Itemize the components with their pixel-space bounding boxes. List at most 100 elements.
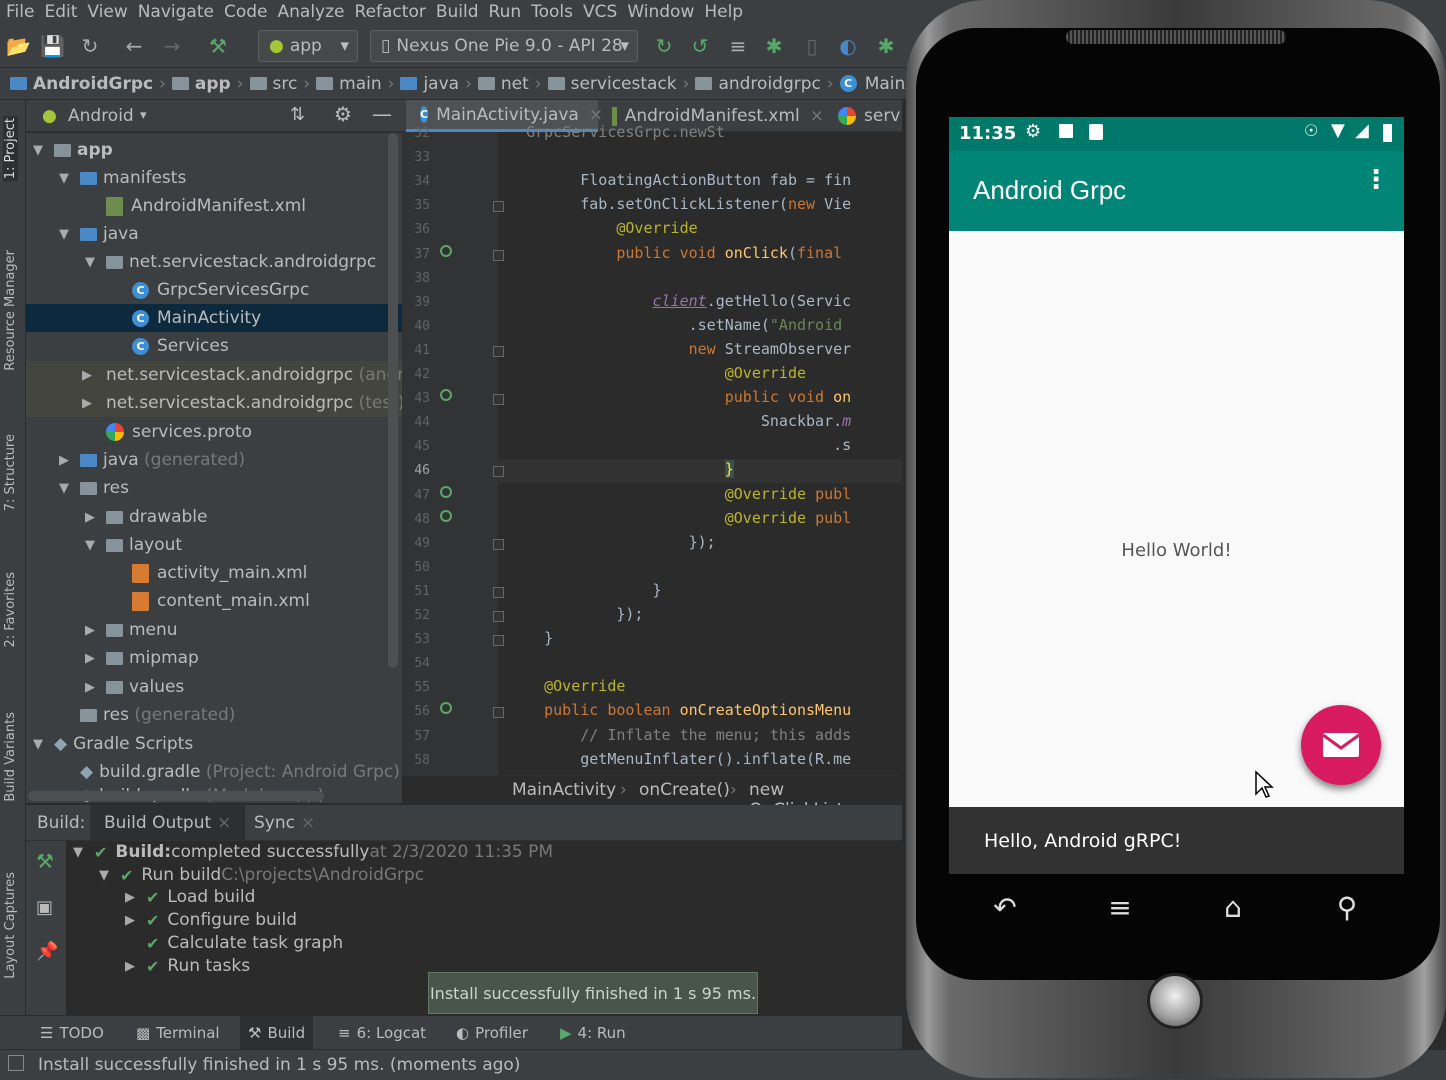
breadcrumb-src[interactable]: src ›: [249, 74, 310, 94]
tree-item-content-main-xml[interactable]: content_main.xml: [26, 587, 402, 615]
open-folder-icon[interactable]: 📂: [6, 34, 31, 58]
tree-item-package[interactable]: ▼ net.servicestack.androidgrpc: [26, 248, 402, 276]
close-icon[interactable]: ×: [301, 813, 315, 833]
debug-attach-icon[interactable]: ✱: [874, 34, 898, 58]
tool-build[interactable]: ⚒ Build: [240, 1016, 314, 1049]
menu-code[interactable]: Code: [224, 2, 268, 22]
menu-tools[interactable]: Tools: [531, 2, 573, 22]
tree-item-services[interactable]: C Services: [26, 332, 402, 360]
tree-item-build-gradle-project[interactable]: ◆ build.gradle (Project: Android Grpc): [26, 758, 402, 786]
tree-item-services-proto[interactable]: services.proto: [26, 418, 402, 446]
status-message[interactable]: Install successfully finished in 1 s 95 …: [38, 1055, 520, 1075]
build-row-configure-build[interactable]: ▶ ✔ Configure build: [122, 909, 297, 931]
apply-code-changes-icon[interactable]: ↺: [688, 34, 712, 58]
breadcrumb-java[interactable]: java ›: [400, 74, 472, 94]
build-row-completed[interactable]: ▼ ✔ Build: completed successfully at 2/3/2…: [70, 841, 553, 863]
menu-build[interactable]: Build: [436, 2, 479, 22]
forward-icon[interactable]: →: [160, 34, 184, 58]
fold-marker-icon[interactable]: [493, 538, 504, 550]
fold-marker-icon[interactable]: [493, 394, 504, 406]
overflow-menu-icon[interactable]: ⋮: [1363, 167, 1389, 193]
tree-item-java-generated[interactable]: ▶ java (generated): [26, 446, 402, 474]
tree-item-values[interactable]: ▶ values: [26, 673, 402, 701]
fold-marker-icon[interactable]: [493, 345, 504, 357]
install-toast[interactable]: Install successfully finished in 1 s 95 …: [428, 972, 758, 1014]
tool-favorites[interactable]: 2: Favorites: [3, 572, 18, 648]
menu-vcs[interactable]: VCS: [583, 2, 617, 22]
minimize-icon[interactable]: —: [372, 102, 392, 126]
tree-item-manifests[interactable]: ▼ manifests: [26, 164, 402, 192]
build-row-calculate-task-graph[interactable]: ✔ Calculate task graph: [146, 932, 343, 954]
tool-project[interactable]: 1: Project: [3, 116, 18, 182]
toggle-view-icon[interactable]: ▣: [36, 897, 53, 918]
tool-terminal[interactable]: ▩ Terminal: [136, 1024, 220, 1042]
breadcrumb-net[interactable]: net ›: [477, 74, 542, 94]
back-icon[interactable]: ←: [122, 34, 146, 58]
collapse-all-icon[interactable]: ⇅: [290, 104, 305, 125]
menu-view[interactable]: View: [87, 2, 127, 22]
build-row-load-build[interactable]: ▶ ✔ Load build: [122, 886, 255, 908]
tool-structure[interactable]: 7: Structure: [3, 434, 18, 511]
override-marker-icon[interactable]: [440, 485, 452, 498]
menu-refactor[interactable]: Refactor: [355, 2, 426, 22]
sync-icon[interactable]: ↻: [78, 34, 102, 58]
menu-file[interactable]: File: [6, 2, 34, 22]
gear-icon[interactable]: ⚙: [334, 102, 352, 126]
tree-item-manifest-xml[interactable]: AndroidManifest.xml: [26, 192, 402, 220]
breadcrumb-project[interactable]: AndroidGrpc ›: [10, 74, 166, 94]
tool-resource-manager[interactable]: Resource Manager: [3, 250, 18, 371]
fold-marker-icon[interactable]: [493, 635, 504, 647]
close-icon[interactable]: ×: [217, 813, 231, 833]
tree-item-app[interactable]: ▼ app: [26, 136, 402, 164]
tree-item-package-test[interactable]: ▶ net.servicestack.androidgrpc (test): [26, 389, 402, 417]
build-row-run-build[interactable]: ▼ ✔ Run build C:\projects\AndroidGrpc: [96, 864, 424, 886]
fold-marker-icon[interactable]: [493, 466, 504, 478]
chevron-down-icon[interactable]: ▾: [140, 108, 147, 123]
hammer-icon[interactable]: ⚒: [206, 34, 230, 58]
override-marker-icon[interactable]: [440, 509, 452, 522]
back-key-icon[interactable]: ↶: [985, 888, 1025, 928]
project-view-select[interactable]: Android: [68, 106, 134, 126]
search-key-icon[interactable]: ⚲: [1327, 888, 1367, 928]
tree-scrollbar[interactable]: [388, 133, 398, 668]
tool-run[interactable]: ▶ 4: Run: [560, 1024, 626, 1042]
tool-profiler[interactable]: ◐ Profiler: [456, 1024, 528, 1042]
run-config-select[interactable]: ● app ▾: [258, 30, 358, 62]
status-toggle-icon[interactable]: [8, 1055, 24, 1071]
tool-build-variants[interactable]: Build Variants: [3, 712, 18, 802]
tree-item-mainactivity[interactable]: C MainActivity: [26, 304, 402, 332]
tab-build-output[interactable]: Build Output ×: [90, 805, 246, 840]
menu-analyze[interactable]: Analyze: [278, 2, 345, 22]
tree-item-grpcservicesgrpc[interactable]: C GrpcServicesGrpc: [26, 276, 402, 304]
tree-item-gradle-scripts[interactable]: ▼ ◆ Gradle Scripts: [26, 730, 402, 758]
tree-item-java[interactable]: ▼ java: [26, 220, 402, 248]
build-row-run-tasks[interactable]: ▶ ✔ Run tasks: [122, 955, 250, 977]
tab-sync[interactable]: Sync ×: [240, 805, 329, 840]
fab-button[interactable]: [1301, 705, 1381, 785]
coverage-icon[interactable]: ≡: [726, 34, 750, 58]
override-marker-icon[interactable]: [440, 389, 452, 402]
tree-item-menu[interactable]: ▶ menu: [26, 616, 402, 644]
fold-marker-icon[interactable]: [493, 586, 504, 598]
tree-item-package-androidtest[interactable]: ▶net.servicestack.androidgrpc (andro: [26, 361, 402, 389]
hammer-icon[interactable]: ⚒: [36, 849, 54, 873]
menu-window[interactable]: Window: [627, 2, 694, 22]
override-marker-icon[interactable]: [440, 244, 452, 257]
menu-help[interactable]: Help: [704, 2, 743, 22]
tool-logcat[interactable]: ≡ 6: Logcat: [338, 1024, 426, 1042]
tree-item-layout[interactable]: ▼ layout: [26, 531, 402, 559]
pin-icon[interactable]: 📌: [36, 941, 58, 962]
save-icon[interactable]: 💾: [40, 34, 65, 58]
crumb-mainactivity[interactable]: MainActivity: [512, 780, 616, 800]
fold-marker-icon[interactable]: [493, 707, 504, 719]
crumb-oncreate[interactable]: onCreate(): [639, 780, 730, 800]
menu-navigate[interactable]: Navigate: [138, 2, 214, 22]
trackball-button[interactable]: [1147, 973, 1203, 1029]
attach-icon[interactable]: ▯: [800, 34, 824, 58]
breadcrumb-androidgrpc[interactable]: androidgrpc ›: [695, 74, 834, 94]
profiler-icon[interactable]: ◐: [836, 34, 860, 58]
fold-marker-icon[interactable]: [493, 249, 504, 261]
device-select[interactable]: ▯ Nexus One Pie 9.0 - API 28 ▾: [370, 30, 638, 62]
tree-item-activity-main-xml[interactable]: activity_main.xml: [26, 559, 402, 587]
breadcrumb-app[interactable]: app ›: [171, 74, 244, 94]
